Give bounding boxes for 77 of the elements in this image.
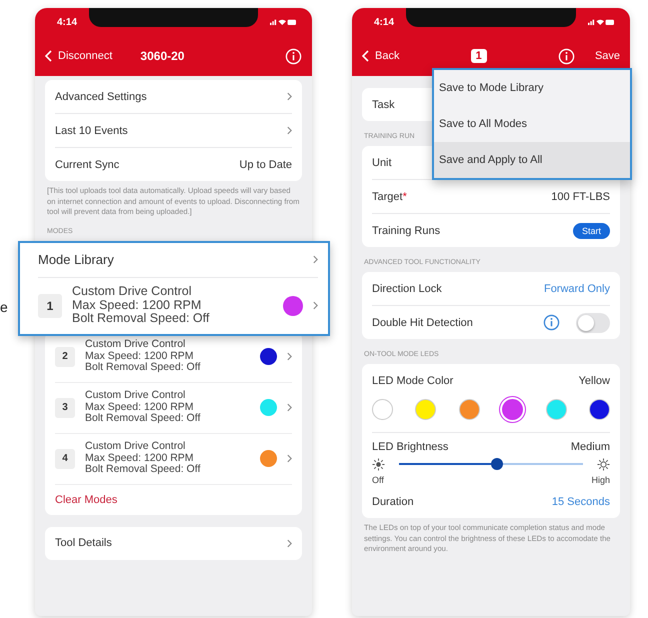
- slider-min-label: Off: [372, 475, 384, 485]
- color-swatch[interactable]: [458, 399, 480, 420]
- mode-max-speed: Max Speed: 1200 RPM: [85, 402, 195, 413]
- row-label: Training Runs: [372, 224, 440, 236]
- row-value: Medium: [570, 441, 610, 453]
- slider-max-label: High: [591, 475, 610, 485]
- menu-item[interactable]: Save and Apply to All: [434, 142, 630, 178]
- mode-name: Custom Drive Control: [85, 339, 186, 351]
- chevron-icon: [287, 126, 292, 135]
- color-swatch[interactable]: [588, 399, 610, 420]
- info-icon[interactable]: [543, 314, 560, 331]
- row-label: Unit: [372, 156, 392, 168]
- mode-row[interactable]: 3 Custom Drive Control Max Speed: 1200 RPM Bolt Removal Speed: Off: [55, 382, 292, 434]
- back-button[interactable]: Back: [362, 50, 400, 62]
- row-label: LED Brightness: [372, 441, 448, 453]
- row-label: Duration: [372, 496, 414, 508]
- toggle-switch[interactable]: [576, 312, 610, 332]
- mode-row[interactable]: 1 Custom Drive Control Max Speed: 1200 RPM Bolt Removal Speed: Off: [38, 278, 318, 334]
- status-time: 4:14: [57, 16, 78, 28]
- row-label: Target*: [372, 190, 407, 202]
- row-value: Forward Only: [544, 282, 610, 294]
- mode-number: 3: [55, 398, 75, 418]
- back-button[interactable]: Disconnect: [45, 50, 112, 62]
- back-chevron-icon: [45, 50, 52, 62]
- save-button[interactable]: Save: [594, 50, 620, 62]
- status-icons: [270, 18, 296, 26]
- row-label: Task: [372, 98, 395, 110]
- status-time: 4:14: [374, 16, 394, 28]
- row-label: Current Sync: [55, 158, 120, 170]
- row-label: Mode Library: [38, 252, 114, 267]
- mode-name: Custom Drive Control: [85, 390, 186, 402]
- menu-item[interactable]: Save to Mode Library: [434, 70, 630, 106]
- row-label: Direction Lock: [372, 282, 442, 294]
- mode-number: 2: [55, 346, 75, 366]
- mode-row[interactable]: 4 Custom Drive Control Max Speed: 1200 RPM Bolt Removal Speed: Off: [55, 434, 292, 484]
- start-button[interactable]: Start: [572, 222, 610, 238]
- chevron-icon: [313, 255, 318, 264]
- dim-sun-icon: [372, 458, 385, 470]
- color-swatch[interactable]: [415, 399, 436, 420]
- color-swatch[interactable]: [372, 399, 393, 420]
- bright-sun-icon: [597, 458, 610, 470]
- mode-max-speed: Max Speed: 1200 RPM: [85, 350, 195, 362]
- mode-name: Custom Drive Control: [72, 285, 192, 299]
- mode-bolt-removal: Bolt Removal Speed: Off: [85, 362, 202, 374]
- nav-title: 3060-20: [140, 49, 184, 63]
- mode-max-speed: Max Speed: 1200 RPM: [72, 298, 202, 312]
- chevron-icon: [287, 538, 292, 548]
- status-icons: [588, 18, 614, 26]
- chevron-icon: [287, 403, 292, 412]
- chevron-icon: [287, 92, 292, 101]
- row-label: Tool Details: [55, 537, 112, 549]
- mode-number: 4: [55, 448, 75, 468]
- mode-bolt-removal: Bolt Removal Speed: Off: [85, 413, 202, 425]
- chevron-icon: [287, 454, 292, 463]
- mode-name: Custom Drive Control: [85, 441, 186, 453]
- row-value: Up to Date: [239, 158, 292, 170]
- mode-bolt-removal: Bolt Removal Speed: Off: [85, 464, 202, 476]
- color-swatch[interactable]: [502, 399, 524, 420]
- row-label: Double Hit Detection: [372, 316, 473, 328]
- color-swatch[interactable]: [546, 399, 567, 420]
- row-label: Last 10 Events: [55, 124, 128, 136]
- row-value: 100 FT-LBS: [551, 190, 610, 202]
- back-chevron-icon: [362, 50, 369, 62]
- chevron-icon: [313, 301, 318, 310]
- edge-text: e: [0, 299, 8, 315]
- row-label: LED Mode Color: [372, 374, 454, 386]
- mode-bolt-removal: Bolt Removal Speed: Off: [72, 312, 210, 326]
- chevron-icon: [287, 352, 292, 361]
- row-value: Yellow: [578, 374, 610, 386]
- mode-row[interactable]: 2 Custom Drive Control Max Speed: 1200 RPM Bolt Removal Speed: Off: [55, 332, 292, 382]
- row-label: Advanced Settings: [55, 90, 147, 102]
- row-value: 15 Seconds: [552, 496, 610, 508]
- mode-number: 1: [38, 294, 62, 318]
- mode-badge: 1: [470, 49, 487, 63]
- clear-modes-link[interactable]: Clear Modes: [55, 484, 118, 514]
- mode-max-speed: Max Speed: 1200 RPM: [85, 452, 195, 464]
- menu-item[interactable]: Save to All Modes: [434, 106, 630, 142]
